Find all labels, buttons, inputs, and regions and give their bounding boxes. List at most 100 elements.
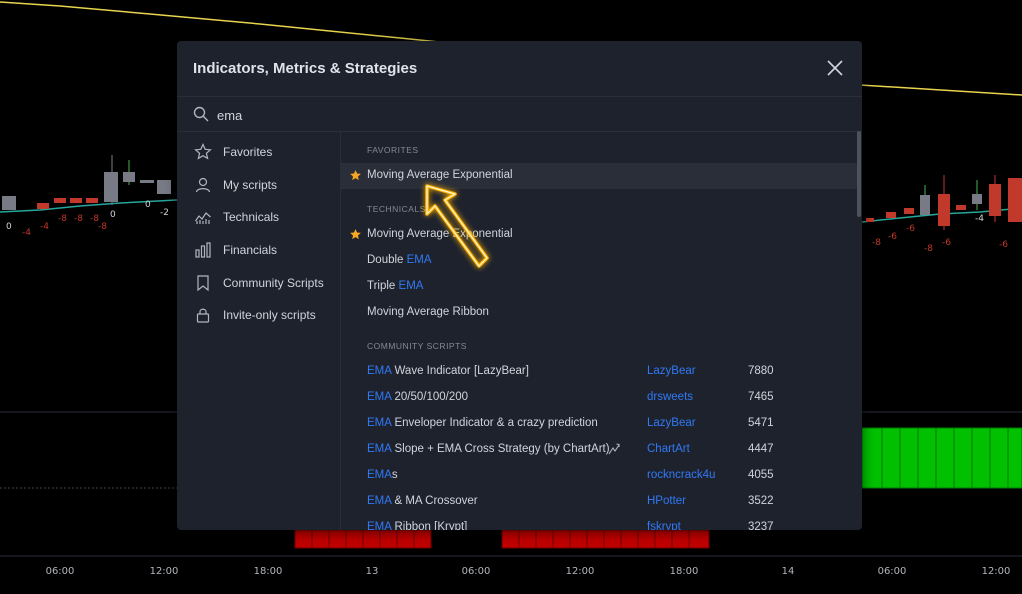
value-label: -8 [98, 222, 107, 232]
author-link[interactable]: ChartArt [647, 443, 690, 455]
bar-chart-icon [193, 240, 213, 260]
section-header-community: COMMUNITY SCRIPTS [367, 341, 467, 351]
likes-count: 4447 [748, 443, 774, 455]
search-input[interactable] [215, 103, 819, 127]
red-histogram [294, 529, 710, 549]
dialog-header: Indicators, Metrics & Strategies [177, 41, 862, 96]
result-row-community[interactable]: EMA & MA Crossover HPotter 3522 [341, 489, 857, 515]
value-label: -4 [22, 228, 31, 238]
value-label: -2 [160, 208, 169, 218]
star-outline-icon [193, 142, 213, 162]
likes-count: 5471 [748, 417, 774, 429]
value-label: -8 [74, 214, 83, 224]
result-name: EMA Slope + EMA Cross Strategy (by Chart… [367, 443, 610, 455]
likes-count: 7465 [748, 391, 774, 403]
result-name: Moving Average Ribbon [367, 306, 489, 318]
result-name: Triple EMA [367, 280, 424, 292]
result-name: EMAs [367, 469, 398, 481]
sidebar-item-label: Invite-only scripts [223, 308, 316, 322]
value-label: -6 [906, 224, 915, 234]
result-name: EMA & MA Crossover [367, 495, 478, 507]
value-label: -8 [58, 214, 67, 224]
result-name: EMA Ribbon [Krypt] [367, 521, 468, 530]
value-label: -6 [942, 238, 951, 248]
sidebar-item-label: Technicals [223, 210, 280, 224]
result-name: EMA Wave Indicator [LazyBear] [367, 365, 529, 377]
sidebar-item-label: Community Scripts [223, 276, 324, 290]
strategy-icon [608, 443, 620, 455]
value-label: 0 [145, 200, 151, 210]
sidebar-item-favorites[interactable]: Favorites [193, 141, 272, 163]
bookmark-icon [193, 273, 213, 293]
value-label: 0 [6, 222, 12, 232]
search-row [177, 96, 862, 132]
indicators-dialog: Indicators, Metrics & Strategies Favorit… [177, 41, 862, 530]
author-link[interactable]: LazyBear [647, 365, 696, 377]
result-row-technical[interactable]: Double EMA [341, 248, 857, 274]
time-tick-label: 06:00 [45, 566, 75, 577]
author-link[interactable]: drsweets [647, 391, 693, 403]
likes-count: 4055 [748, 469, 774, 481]
value-label: -6 [999, 240, 1008, 250]
sidebar-item-my-scripts[interactable]: My scripts [193, 174, 277, 196]
result-row-community[interactable]: EMA Wave Indicator [LazyBear] LazyBear 788… [341, 359, 857, 385]
sidebar-item-label: Financials [223, 243, 278, 257]
likes-count: 3237 [748, 521, 774, 530]
sidebar-item-label: Favorites [223, 145, 273, 159]
star-filled-icon[interactable] [349, 169, 362, 182]
time-tick-label: 06:00 [461, 566, 491, 577]
value-label: -4 [40, 222, 49, 232]
result-row-community[interactable]: EMAs rockncrack4u 4055 [341, 463, 857, 489]
user-icon [193, 175, 213, 195]
result-row-community[interactable]: EMA Slope + EMA Cross Strategy (by Chart… [341, 437, 857, 463]
time-tick-label: 12:00 [565, 566, 595, 577]
result-row-community[interactable]: EMA 20/50/100/200 drsweets 7465 [341, 385, 857, 411]
technicals-chart-icon [193, 207, 213, 227]
sidebar-item-community-scripts[interactable]: Community Scripts [193, 272, 324, 294]
dialog-title: Indicators, Metrics & Strategies [193, 60, 418, 77]
likes-count: 3522 [748, 495, 774, 507]
results-list: FAVORITES Moving Average Exponential TEC… [341, 131, 862, 530]
result-row-technical[interactable]: Moving Average Exponential [341, 222, 857, 248]
result-name: EMA 20/50/100/200 [367, 391, 469, 403]
result-row-community[interactable]: EMA Ribbon [Krypt] fskrypt 3237 [341, 515, 857, 530]
candles-right [866, 175, 1022, 230]
search-icon [193, 106, 209, 122]
time-tick-label: 13 [365, 566, 379, 577]
sidebar-item-technicals[interactable]: Technicals [193, 206, 279, 228]
close-icon[interactable] [826, 59, 844, 77]
likes-count: 7880 [748, 365, 774, 377]
sidebar-item-invite-only-scripts[interactable]: Invite-only scripts [193, 304, 316, 326]
result-row-technical[interactable]: Triple EMA [341, 274, 857, 300]
value-label: -8 [924, 244, 933, 254]
time-tick-label: 12:00 [981, 566, 1011, 577]
sidebar-item-financials[interactable]: Financials [193, 239, 277, 261]
sidebar-item-label: My scripts [223, 178, 277, 192]
star-filled-icon[interactable] [349, 228, 362, 241]
value-label: -6 [888, 232, 897, 242]
result-name: Double EMA [367, 254, 432, 266]
time-tick-label: 12:00 [149, 566, 179, 577]
result-row-favorite-ema[interactable]: Moving Average Exponential [341, 163, 857, 189]
author-link[interactable]: rockncrack4u [647, 469, 715, 481]
author-link[interactable]: HPotter [647, 495, 686, 507]
author-link[interactable]: fskrypt [647, 521, 681, 530]
time-tick-label: 18:00 [669, 566, 699, 577]
result-name: EMA Enveloper Indicator & a crazy predic… [367, 417, 598, 429]
value-label: -8 [872, 238, 881, 248]
time-tick-label: 14 [781, 566, 795, 577]
author-link[interactable]: LazyBear [647, 417, 696, 429]
result-row-technical[interactable]: Moving Average Ribbon [341, 300, 857, 326]
section-header-technicals: TECHNICALS [367, 204, 426, 214]
value-label: -4 [975, 214, 984, 224]
scrollbar[interactable] [857, 131, 861, 217]
result-name: Moving Average Exponential [367, 169, 513, 181]
value-label: 0 [110, 210, 116, 220]
time-tick-label: 06:00 [877, 566, 907, 577]
lock-icon [193, 305, 213, 325]
result-name: Moving Average Exponential [367, 228, 513, 240]
green-histogram [861, 427, 1022, 489]
category-sidebar: Favorites My scripts Technicals Financia… [177, 131, 341, 530]
section-header-favorites: FAVORITES [367, 145, 419, 155]
result-row-community[interactable]: EMA Enveloper Indicator & a crazy predic… [341, 411, 857, 437]
